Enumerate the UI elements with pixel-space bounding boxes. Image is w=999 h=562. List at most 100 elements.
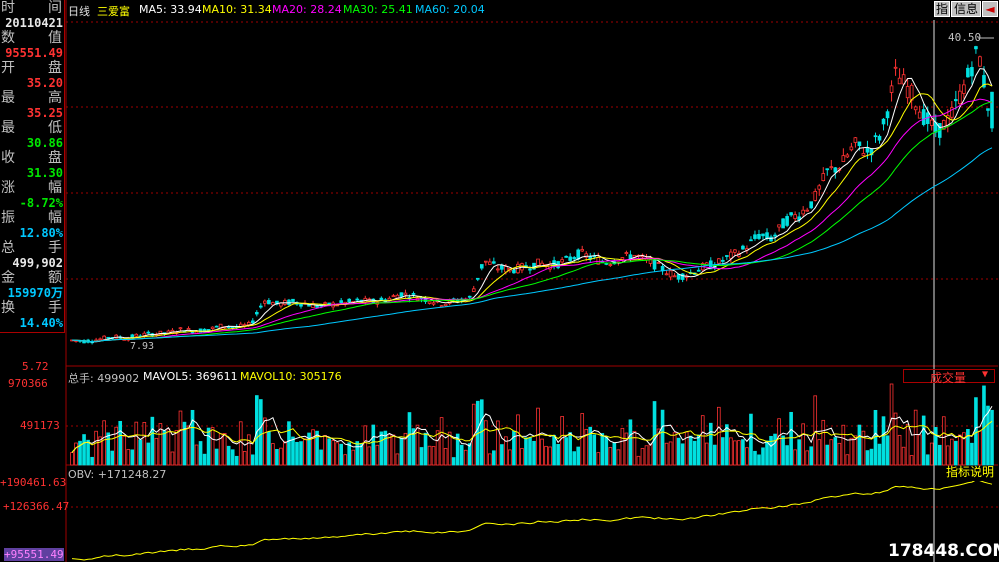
volume-bar [94, 430, 98, 466]
index-button[interactable]: 指 [934, 1, 950, 17]
volume-bar [865, 450, 870, 466]
volume-bar [70, 452, 74, 466]
volume-bar [825, 444, 830, 466]
volume-bar [644, 445, 649, 466]
volume-bar [600, 433, 605, 466]
volume-bar [608, 447, 613, 466]
volume-bar [857, 424, 862, 466]
candle-body [620, 257, 625, 260]
volume-bar [805, 450, 809, 466]
chevron-down-icon: ▼ [982, 369, 989, 380]
volume-bar [271, 443, 275, 466]
indicator-selector[interactable]: 成交量 ▼ [903, 369, 995, 385]
info-label-right: 间 [48, 0, 62, 16]
ma20-line [71, 98, 993, 343]
volume-bar [556, 443, 560, 466]
volume-bar [488, 453, 492, 466]
candle-body [801, 209, 805, 215]
info-value-2: 35.20 [26, 76, 63, 90]
indicator-help-button[interactable]: 指标说明 [942, 466, 998, 481]
volume-bar [331, 440, 335, 466]
volume-bar [753, 450, 757, 466]
candle-body [267, 300, 271, 305]
volume-bar [568, 432, 572, 466]
candle-body [287, 299, 291, 305]
volume-bar [636, 455, 641, 466]
volume-bar [901, 446, 906, 466]
info-label-left: 数 [1, 30, 15, 46]
candle-body [917, 111, 922, 119]
candle-body [259, 305, 263, 308]
volume-bar [612, 442, 617, 466]
mavol10-label: MAVOL10: 305176 [240, 370, 342, 383]
volume-bar [688, 435, 693, 466]
volume-bar [327, 438, 331, 466]
candle-body [805, 209, 809, 212]
ma5-line [71, 68, 993, 343]
info-label-left: 涨 [1, 180, 15, 196]
period-label[interactable]: 日线 [68, 3, 90, 19]
candle-body [865, 147, 870, 153]
volume-bar [958, 434, 962, 466]
candle-body [624, 252, 629, 255]
volume-bar [717, 406, 721, 466]
volume-bar [387, 433, 392, 466]
volume-bar [680, 443, 685, 466]
info-button[interactable]: 信息 [951, 1, 981, 17]
candle-body [680, 273, 685, 280]
volume-bar [664, 442, 669, 466]
candle-body [793, 214, 797, 219]
volume-bar [500, 444, 504, 466]
candle-body [765, 232, 769, 239]
volume-bar [986, 405, 990, 466]
indicator-selector-label: 成交量 [930, 371, 967, 385]
volume-bar [552, 434, 556, 466]
candle-body [990, 91, 994, 129]
candle-body [271, 302, 275, 306]
volume-bar [267, 431, 271, 466]
candle-body [106, 336, 110, 339]
volume-bar [532, 440, 536, 466]
volume-bar [648, 443, 653, 466]
volume-bar [841, 424, 846, 466]
info-label-right: 值 [48, 30, 62, 46]
candle-body [439, 305, 444, 308]
candle-body [954, 99, 958, 102]
info-label-left: 总 [1, 240, 15, 256]
info-value-3: 35.25 [26, 106, 63, 120]
candle-body [845, 154, 850, 158]
candle-body [929, 119, 934, 126]
volume-bar [166, 428, 171, 466]
volume-bar [335, 442, 339, 466]
back-button[interactable]: ◄ [982, 1, 998, 17]
candle-body [512, 269, 516, 274]
stock-name: 三爱富 [97, 5, 130, 18]
volume-bar [399, 437, 404, 466]
volume-bar [407, 412, 412, 466]
candle-body [741, 245, 745, 250]
volume-bar [126, 449, 131, 466]
volume-bar [190, 409, 195, 466]
candle-body [777, 224, 781, 228]
candle-body [214, 325, 219, 328]
volume-bar [170, 451, 175, 466]
candle-body [355, 298, 360, 301]
candle-body [608, 264, 613, 266]
candle-body [483, 260, 488, 263]
info-value-10: 14.40% [19, 316, 63, 330]
candle-body [307, 304, 311, 307]
volume-bar [821, 419, 826, 466]
info-value-5: 31.30 [26, 166, 63, 180]
volume-bar [966, 429, 970, 466]
volume-bar [194, 444, 199, 466]
volume-bar [508, 449, 512, 466]
candle-body [210, 326, 215, 330]
candle-body [717, 258, 721, 264]
volume-bar [275, 449, 279, 466]
obv-axis-bottom: +95551.49 [4, 548, 64, 561]
candle-body [528, 268, 532, 271]
price-max-label: 40.50 [948, 31, 982, 44]
volume-bar [548, 446, 552, 466]
volume-bar [447, 431, 452, 466]
candle-body [299, 303, 303, 307]
